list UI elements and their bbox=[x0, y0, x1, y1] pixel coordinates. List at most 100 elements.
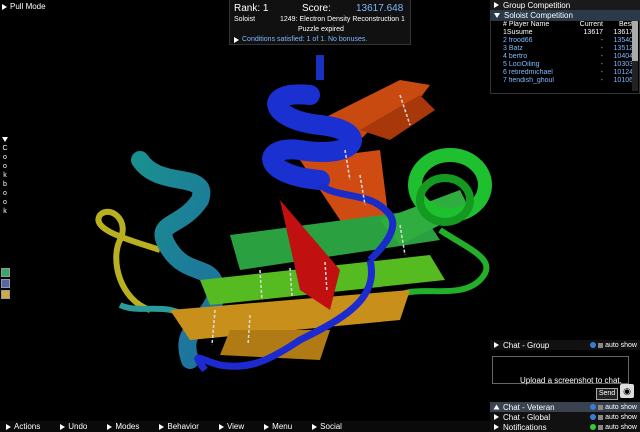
menu-label: Behavior bbox=[167, 422, 199, 431]
table-row[interactable]: 1Susume 13617 13617 bbox=[491, 29, 639, 37]
notifications-header[interactable]: Notifications auto show bbox=[490, 422, 640, 432]
checkbox-icon[interactable] bbox=[598, 424, 604, 430]
cookbook-icons bbox=[1, 268, 10, 299]
cookbook-letter: k bbox=[3, 172, 7, 179]
checkbox-icon[interactable] bbox=[598, 404, 604, 410]
pull-mode-label: Pull Mode bbox=[10, 2, 46, 11]
table-row[interactable]: 4 bertro - 10404 bbox=[491, 53, 639, 61]
menu-label: Menu bbox=[272, 422, 293, 431]
player-current: - bbox=[600, 45, 603, 52]
cookbook-tab[interactable]: C o o k b o o k bbox=[0, 135, 10, 216]
table-row[interactable]: 7 fiendish_ghoul - 10106 bbox=[491, 77, 639, 85]
info-icon[interactable] bbox=[590, 414, 597, 420]
info-icon[interactable] bbox=[590, 404, 597, 410]
conditions-toggle[interactable]: Conditions satisfied: 1 of 1. No bonuses… bbox=[234, 36, 367, 43]
recipe-icon[interactable] bbox=[1, 268, 10, 277]
auto-show-label: auto show bbox=[605, 413, 637, 421]
menu-actions[interactable]: Actions bbox=[6, 422, 40, 431]
menu-label: Modes bbox=[115, 422, 140, 431]
player-current: - bbox=[600, 53, 603, 60]
table-row[interactable]: 3 Batz - 13512 bbox=[491, 45, 639, 53]
chat-global-header[interactable]: Chat - Global auto show bbox=[490, 412, 640, 422]
table-row[interactable]: 5 LociOiling - 10303 bbox=[491, 61, 639, 69]
chat-veteran-label: Chat - Veteran bbox=[503, 402, 555, 412]
menu-undo[interactable]: Undo bbox=[60, 422, 87, 431]
menu-menu[interactable]: Menu bbox=[264, 422, 292, 431]
score-value: 13617.648 bbox=[356, 3, 404, 14]
send-button[interactable]: Send bbox=[596, 388, 618, 400]
collapse-arrow-icon bbox=[494, 12, 500, 18]
chat-group-header[interactable]: Chat - Group auto show bbox=[490, 340, 640, 350]
conditions-text: Conditions satisfied: 1 of 1. No bonuses… bbox=[242, 36, 368, 43]
group-competition-label: Group Competition bbox=[503, 0, 571, 10]
expand-arrow-icon bbox=[159, 423, 165, 430]
status-icon[interactable] bbox=[590, 424, 597, 430]
notifications-label: Notifications bbox=[503, 422, 547, 432]
player-best: 10124 bbox=[613, 69, 633, 76]
folder-icon[interactable] bbox=[1, 279, 10, 288]
player-current: - bbox=[600, 61, 603, 68]
cookbook-letter: k bbox=[3, 208, 7, 215]
leaderboard-table: # Player Name Current Best 1Susume 13617… bbox=[490, 20, 640, 94]
player-name: 2 frood66 bbox=[503, 37, 533, 44]
menu-view[interactable]: View bbox=[218, 422, 244, 431]
bottom-menu-bar: Actions Undo Modes Behavior View Menu So… bbox=[0, 421, 490, 432]
auto-show-toggle[interactable]: auto show bbox=[590, 342, 640, 349]
player-name: 1Susume bbox=[503, 29, 533, 36]
menu-behavior[interactable]: Behavior bbox=[159, 422, 199, 431]
player-current: - bbox=[600, 77, 603, 84]
scrollbar-thumb[interactable] bbox=[632, 21, 638, 61]
menu-label: Undo bbox=[68, 422, 88, 431]
competition-panel: Group Competition Soloist Competition # … bbox=[490, 0, 640, 94]
score-panel: Rank: 1 Score: 13617.648 Soloist 1249: E… bbox=[229, 0, 411, 45]
info-icon[interactable] bbox=[590, 342, 597, 348]
player-best: 13512 bbox=[613, 45, 633, 52]
expand-arrow-icon bbox=[218, 423, 224, 430]
pull-mode-button[interactable]: Pull Mode bbox=[2, 2, 46, 11]
player-best: 13617 bbox=[613, 29, 633, 36]
chat-veteran-header[interactable]: Chat - Veteran auto show bbox=[490, 402, 640, 412]
soloist-competition-header[interactable]: Soloist Competition bbox=[490, 10, 640, 20]
column-header-name: # Player Name bbox=[503, 21, 550, 28]
table-scrollbar[interactable] bbox=[632, 21, 638, 91]
script-icon[interactable] bbox=[1, 290, 10, 299]
auto-show-label: auto show bbox=[605, 341, 637, 349]
cookbook-letter: b bbox=[3, 181, 7, 188]
auto-show-toggle[interactable]: auto show bbox=[590, 404, 640, 411]
expand-arrow-icon bbox=[494, 414, 499, 420]
player-current: 13617 bbox=[583, 29, 603, 36]
chat-global-label: Chat - Global bbox=[503, 412, 551, 422]
checkbox-icon[interactable] bbox=[598, 414, 604, 420]
chat-group-label: Chat - Group bbox=[503, 340, 550, 350]
table-row[interactable]: 6 retiredmichael - 10124 bbox=[491, 69, 639, 77]
player-current: - bbox=[600, 69, 603, 76]
group-competition-header[interactable]: Group Competition bbox=[490, 0, 640, 10]
player-best: 10106 bbox=[613, 77, 633, 84]
auto-show-toggle[interactable]: auto show bbox=[590, 424, 640, 431]
cookbook-letter: o bbox=[3, 154, 7, 161]
auto-show-label: auto show bbox=[605, 423, 637, 431]
rank-label: Rank: 1 bbox=[234, 3, 269, 14]
column-header-current: Current bbox=[579, 21, 603, 28]
table-row[interactable]: 2 frood66 - 13540 bbox=[491, 37, 639, 45]
column-header-best: Best bbox=[618, 21, 633, 28]
soloist-competition-label: Soloist Competition bbox=[504, 10, 573, 20]
expand-arrow-icon bbox=[234, 36, 239, 43]
expand-arrow-icon bbox=[494, 342, 499, 348]
expand-arrow-icon bbox=[494, 2, 499, 8]
expand-arrow-icon bbox=[60, 423, 66, 430]
collapse-arrow-icon bbox=[2, 137, 8, 142]
checkbox-icon[interactable] bbox=[598, 342, 604, 348]
player-name: 3 Batz bbox=[503, 45, 523, 52]
puzzle-status: Puzzle expired bbox=[298, 26, 344, 33]
auto-show-label: auto show bbox=[605, 403, 637, 411]
menu-label: Actions bbox=[14, 422, 41, 431]
player-name: 4 bertro bbox=[503, 53, 528, 60]
menu-social[interactable]: Social bbox=[312, 422, 342, 431]
menu-label: Social bbox=[320, 422, 342, 431]
cookbook-letter: o bbox=[3, 190, 7, 197]
menu-modes[interactable]: Modes bbox=[107, 422, 139, 431]
loop-yellow bbox=[95, 208, 161, 313]
auto-show-toggle[interactable]: auto show bbox=[590, 414, 640, 421]
camera-icon[interactable]: ◉ bbox=[620, 384, 634, 398]
